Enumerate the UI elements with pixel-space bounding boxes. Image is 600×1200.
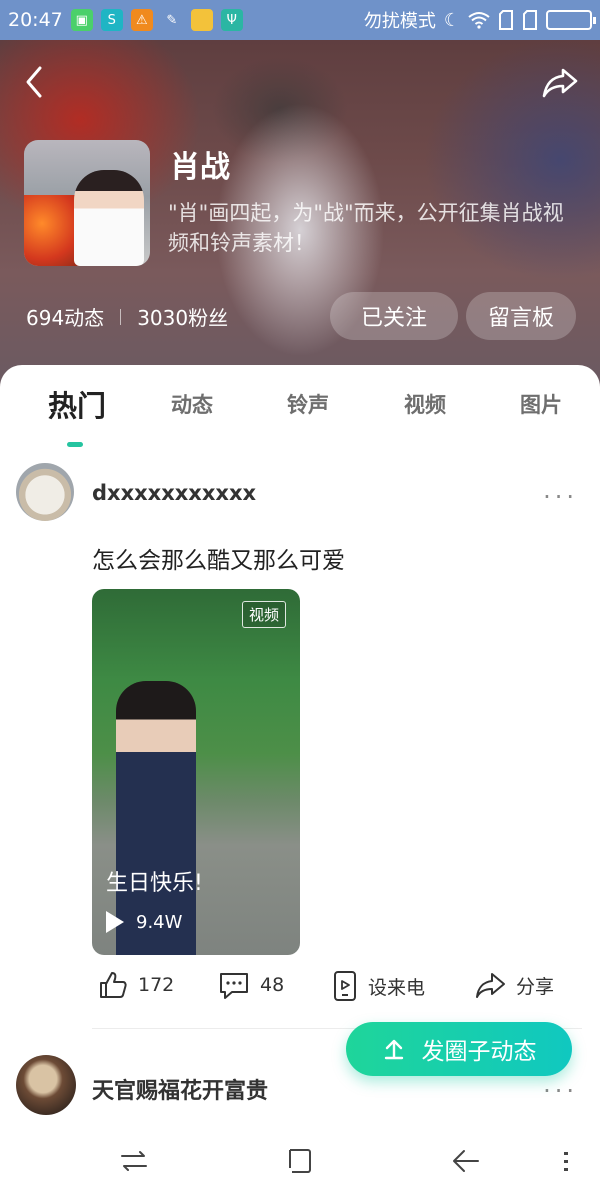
more-options-icon[interactable]: ···	[543, 483, 578, 511]
warning-icon: ⚠	[130, 9, 153, 31]
post-text: 怎么会那么酷又那么可爱	[92, 548, 345, 574]
create-post-label: 发圈子动态	[421, 1039, 537, 1065]
share-label: 分享	[516, 975, 555, 998]
video-thumbnail[interactable]: 视频 生日快乐! 9.4W	[92, 589, 300, 955]
tab-indicator	[67, 442, 83, 447]
more-options-icon-2[interactable]: ···	[543, 1077, 578, 1105]
like-button[interactable]: 172	[98, 970, 174, 1000]
upload-icon	[384, 1039, 403, 1060]
video-play-count: 9.4W	[106, 911, 182, 933]
tab-videos[interactable]: 视频	[404, 389, 446, 419]
like-count: 172	[138, 974, 175, 996]
set-ringtone-button[interactable]: 设来电	[332, 970, 425, 1002]
dnd-label: 勿扰模式	[363, 11, 436, 32]
share-icon[interactable]	[540, 62, 580, 102]
switch-apps-icon[interactable]	[114, 1146, 154, 1176]
back-nav-icon[interactable]	[446, 1146, 486, 1176]
play-icon	[106, 911, 124, 933]
share-post-button[interactable]: 分享	[474, 970, 554, 1000]
tab-images[interactable]: 图片	[520, 389, 562, 419]
fans-count[interactable]: 3030粉丝	[137, 302, 228, 331]
play-count: 9.4W	[136, 911, 183, 933]
tab-posts[interactable]: 动态	[171, 389, 213, 419]
sync-notification-icon: S	[100, 9, 123, 31]
status-bar: 20:47 ▣ S ⚠ ✎ Ψ 勿扰模式 ☾	[0, 0, 600, 40]
battery-icon	[546, 10, 596, 30]
post-username-2[interactable]: 天官赐福花开富贵	[92, 1073, 268, 1105]
post-avatar[interactable]	[16, 463, 74, 521]
status-time: 20:47	[8, 9, 63, 31]
menu-icon[interactable]	[548, 1146, 588, 1176]
usb-icon: Ψ	[220, 9, 243, 31]
moon-icon: ☾	[443, 9, 460, 31]
comment-button[interactable]: 48	[218, 970, 284, 1000]
back-icon[interactable]	[18, 62, 52, 102]
post-actions: 172 48 设来电 分享	[92, 970, 582, 1010]
folder-icon	[190, 9, 213, 31]
comment-icon	[220, 973, 248, 999]
tab-hot[interactable]: 热门	[48, 383, 106, 425]
system-navigation-bar	[0, 1120, 600, 1200]
tab-bar: 热门 动态 铃声 视频 图片	[0, 375, 600, 447]
brush-icon: ✎	[166, 12, 178, 28]
comment-count: 48	[260, 974, 285, 996]
follow-button[interactable]: 已关注	[330, 292, 458, 340]
wifi-icon	[468, 12, 490, 29]
home-icon[interactable]	[280, 1146, 320, 1176]
post-username[interactable]: dxxxxxxxxxxx	[92, 481, 256, 505]
no-sim-icon-2	[523, 10, 537, 30]
set-ringtone-label: 设来电	[368, 976, 426, 999]
posts-count[interactable]: 694动态	[26, 302, 104, 331]
video-caption: 生日快乐!	[106, 871, 203, 896]
phone-ringtone-icon	[334, 971, 356, 1001]
profile-stats: 694动态 3030粉丝	[26, 302, 228, 331]
profile-name: 肖战	[170, 150, 230, 185]
no-sim-icon	[499, 10, 513, 30]
profile-description: "肖"画四起，为"战"而来，公开征集肖战视频和铃声素材！	[168, 201, 564, 255]
message-board-button[interactable]: 留言板	[466, 292, 576, 340]
post-avatar-2[interactable]	[16, 1055, 76, 1115]
video-badge: 视频	[241, 601, 286, 628]
circle-avatar[interactable]	[24, 140, 150, 266]
thumbs-up-icon	[100, 972, 127, 998]
create-post-button[interactable]: 发圈子动态	[346, 1022, 572, 1076]
share-arrow-icon	[476, 973, 505, 998]
stats-divider	[120, 308, 122, 325]
avatar-person	[74, 170, 144, 266]
app-notification-icon: ▣	[70, 9, 93, 31]
tab-ringtones[interactable]: 铃声	[287, 389, 329, 419]
